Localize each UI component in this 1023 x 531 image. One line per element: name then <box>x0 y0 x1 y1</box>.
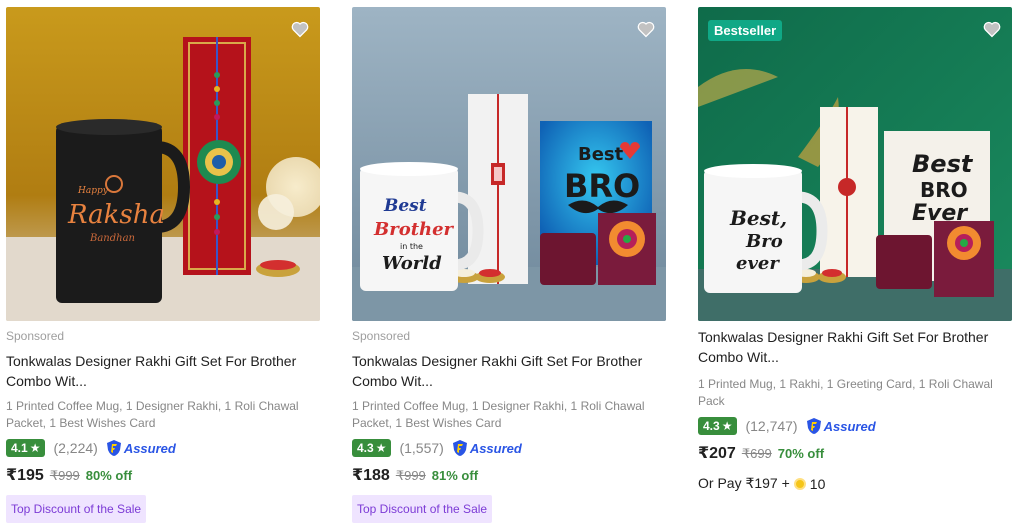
price: ₹207 <box>698 445 736 462</box>
discount-percent: 81% off <box>431 468 479 483</box>
product-title[interactable]: Tonkwalas Designer Rakhi Gift Set For Br… <box>698 327 1008 367</box>
mug-text-best: Best <box>383 196 427 216</box>
price: ₹195 <box>6 467 44 484</box>
rating-count: (2,224) <box>53 440 98 456</box>
product-title[interactable]: Tonkwalas Designer Rakhi Gift Set For Br… <box>352 351 662 391</box>
card-text-best: Best <box>578 144 624 165</box>
assured-badge: Assured <box>806 417 876 435</box>
or-pay-coins: Or Pay ₹197 + 10 <box>698 475 1018 492</box>
supercoin-icon <box>793 477 806 490</box>
star-icon: ★ <box>721 419 733 433</box>
rating-badge: 4.3 ★ <box>698 417 738 435</box>
mug-text-world: World <box>382 253 442 274</box>
assured-shield-icon <box>452 440 467 456</box>
mrp: ₹999 <box>395 468 426 483</box>
product-image[interactable]: Best BRO Best Brother in the World <box>352 7 666 321</box>
sponsored-label: Sponsored <box>6 329 65 343</box>
wishlist-heart-icon[interactable] <box>290 19 310 39</box>
star-icon: ★ <box>375 441 387 455</box>
rating-count: (12,747) <box>745 418 798 434</box>
product-description: 1 Printed Coffee Mug, 1 Designer Rakhi, … <box>352 399 645 430</box>
mug-text-brother: Brother <box>373 219 455 240</box>
mug-text-bro: Bro <box>745 231 783 252</box>
coin-count: 10 <box>809 475 826 492</box>
assured-shield-icon <box>806 418 821 434</box>
rating-count: (1,557) <box>399 440 444 456</box>
top-discount-tag: Top Discount of the Sale <box>6 495 147 523</box>
top-discount-tag: Top Discount of the Sale <box>352 495 493 523</box>
mrp: ₹999 <box>49 468 80 483</box>
price-row: ₹188 ₹999 81% off <box>352 465 672 485</box>
bestseller-badge: Bestseller <box>708 20 783 41</box>
mug-text-raksha: Raksha <box>67 200 165 230</box>
card-text-best: Best <box>912 150 974 178</box>
rating-row: 4.3 ★ (12,747) Assured <box>698 416 1018 436</box>
or-pay-text: Or Pay ₹197 + <box>698 475 790 491</box>
mug-text-best: Best, <box>729 206 787 230</box>
mug-text-bandhan: Bandhan <box>89 233 135 244</box>
rating-badge: 4.1 ★ <box>6 439 46 457</box>
mug-text-ever: ever <box>736 253 780 274</box>
card-text-bro: BRO <box>920 178 968 202</box>
card-text-bro: BRO <box>564 167 640 205</box>
rating-badge: 4.3 ★ <box>352 439 392 457</box>
mug-text-in-the: in the <box>400 242 423 251</box>
product-image[interactable]: Happy Raksha Bandhan <box>6 7 320 321</box>
mrp: ₹699 <box>741 446 772 461</box>
wishlist-heart-icon[interactable] <box>982 19 1002 39</box>
star-icon: ★ <box>29 441 41 455</box>
price-row: ₹207 ₹699 70% off <box>698 443 1018 463</box>
discount-percent: 80% off <box>85 468 133 483</box>
rating-row: 4.1 ★ (2,224) Assured <box>6 438 326 458</box>
product-card-2[interactable]: Best BRO Best Brother in the World Spons… <box>352 0 672 531</box>
discount-percent: 70% off <box>777 446 825 461</box>
assured-badge: Assured <box>106 439 176 457</box>
product-description: 1 Printed Mug, 1 Rakhi, 1 Greeting Card,… <box>698 377 993 408</box>
product-card-1[interactable]: Happy Raksha Bandhan Sponsored Tonkwalas… <box>6 0 326 531</box>
assured-badge: Assured <box>452 439 522 457</box>
mug-text-happy: Happy <box>77 186 109 196</box>
price: ₹188 <box>352 467 390 484</box>
product-image[interactable]: Best BRO Ever Best, Bro ever Bestseller <box>698 7 1012 321</box>
sponsored-label: Sponsored <box>352 329 411 343</box>
price-row: ₹195 ₹999 80% off <box>6 465 326 485</box>
product-description: 1 Printed Coffee Mug, 1 Designer Rakhi, … <box>6 399 299 430</box>
assured-shield-icon <box>106 440 121 456</box>
product-title[interactable]: Tonkwalas Designer Rakhi Gift Set For Br… <box>6 351 316 391</box>
rating-row: 4.3 ★ (1,557) Assured <box>352 438 672 458</box>
product-card-3[interactable]: Best BRO Ever Best, Bro ever Bestseller … <box>698 0 1018 531</box>
wishlist-heart-icon[interactable] <box>636 19 656 39</box>
